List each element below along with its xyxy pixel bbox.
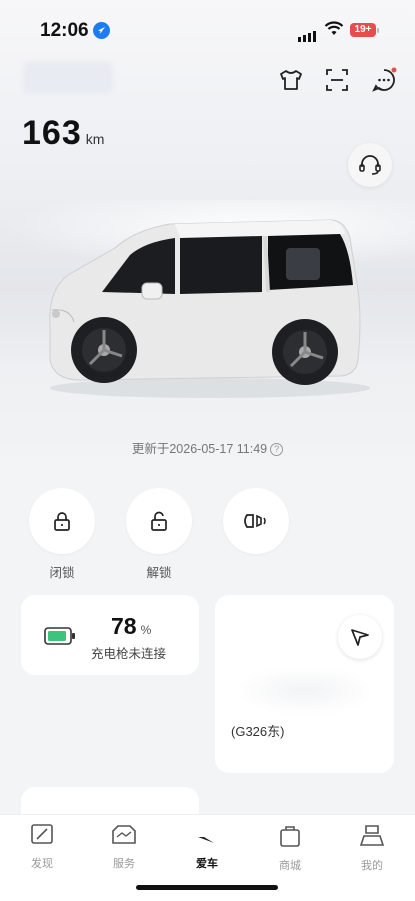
vehicle-battery-icon bbox=[44, 627, 75, 645]
navigation-arrow-icon bbox=[351, 629, 369, 646]
tab-profile-label: 我的 bbox=[361, 860, 383, 872]
status-time: 12:06 bbox=[40, 20, 89, 41]
unlock-control[interactable]: 解锁 bbox=[124, 488, 194, 581]
wifi-icon bbox=[324, 21, 344, 42]
location-card[interactable]: (G326东) bbox=[215, 595, 394, 773]
battery-cap bbox=[377, 28, 379, 33]
car-icon bbox=[198, 837, 214, 843]
tab-discover-label: 发现 bbox=[31, 858, 53, 870]
battery-percent-unit: % bbox=[140, 623, 152, 637]
shop-icon bbox=[280, 826, 300, 847]
navigate-button[interactable] bbox=[338, 615, 382, 659]
horn-lights-button[interactable] bbox=[223, 488, 289, 554]
unlock-label: 解锁 bbox=[146, 566, 172, 580]
lock-label: 闭锁 bbox=[49, 566, 75, 580]
update-text: 更新于2026-05-17 11:49 bbox=[131, 442, 268, 456]
tab-profile[interactable]: 我的 bbox=[342, 823, 402, 873]
battery-card[interactable]: 78% 充电枪未连接 bbox=[21, 595, 199, 675]
discover-icon bbox=[31, 824, 53, 844]
support-headset-button[interactable] bbox=[348, 143, 392, 187]
charge-status: 充电枪未连接 bbox=[91, 647, 167, 661]
message-icon[interactable] bbox=[370, 66, 398, 94]
service-icon bbox=[112, 825, 136, 844]
tab-discover[interactable]: 发现 bbox=[12, 823, 72, 871]
road-name: (G326东) bbox=[231, 724, 285, 739]
battery-percent: 78% bbox=[111, 613, 151, 640]
range-unit: km bbox=[85, 131, 105, 147]
profile-icon bbox=[359, 825, 385, 846]
vehicle-image bbox=[49, 219, 370, 398]
scan-icon[interactable] bbox=[323, 66, 351, 94]
update-timestamp: 更新于2026-05-17 11:49? bbox=[0, 438, 415, 457]
tab-shop[interactable]: 商城 bbox=[260, 823, 320, 873]
vehicle-name-blurred bbox=[23, 62, 113, 94]
lock-control[interactable]: 闭锁 bbox=[27, 488, 97, 581]
lock-icon bbox=[54, 512, 70, 531]
range-display: 163 km bbox=[22, 114, 104, 153]
battery-indicator: 19+ bbox=[350, 23, 376, 37]
tshirt-icon[interactable] bbox=[277, 66, 305, 94]
headset-icon bbox=[359, 155, 381, 175]
range-value: 163 bbox=[22, 114, 82, 152]
home-indicator bbox=[136, 885, 278, 890]
cellular-signal-icon bbox=[298, 24, 318, 42]
location-arrow-icon bbox=[93, 22, 110, 39]
tab-service-label: 服务 bbox=[113, 858, 135, 870]
horn-lights-icon bbox=[244, 514, 266, 528]
horn-lights-control[interactable] bbox=[221, 488, 291, 562]
lock-button[interactable] bbox=[29, 488, 95, 554]
tab-car-label: 爱车 bbox=[196, 858, 218, 870]
tab-shop-label: 商城 bbox=[279, 860, 301, 872]
unlock-icon bbox=[151, 511, 167, 531]
battery-percent-value: 78 bbox=[111, 613, 137, 639]
tab-car[interactable]: 爱车 bbox=[177, 823, 237, 871]
info-icon[interactable]: ? bbox=[270, 443, 284, 457]
tab-service[interactable]: 服务 bbox=[94, 823, 154, 871]
unlock-button[interactable] bbox=[126, 488, 192, 554]
status-bar: 12:06 19+ bbox=[0, 0, 415, 60]
map-preview-blurred bbox=[235, 665, 375, 715]
